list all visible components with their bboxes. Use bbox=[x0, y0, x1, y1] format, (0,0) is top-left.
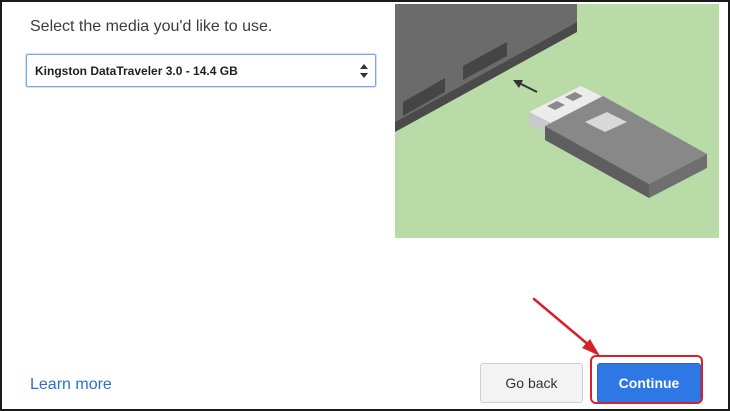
usb-insert-illustration bbox=[395, 4, 719, 238]
learn-more-link[interactable]: Learn more bbox=[30, 376, 112, 394]
go-back-button[interactable]: Go back bbox=[480, 363, 583, 403]
select-caret-icon bbox=[360, 64, 368, 78]
annotation-arrow-icon bbox=[532, 297, 600, 356]
media-prompt: Select the media you'd like to use. bbox=[30, 18, 273, 35]
media-select-dropdown[interactable]: Kingston DataTraveler 3.0 - 14.4 GB bbox=[26, 54, 376, 87]
continue-highlight-ring bbox=[590, 355, 703, 404]
media-select-value: Kingston DataTraveler 3.0 - 14.4 GB bbox=[35, 64, 238, 78]
dialog-frame: Select the media you'd like to use. King… bbox=[0, 0, 730, 411]
